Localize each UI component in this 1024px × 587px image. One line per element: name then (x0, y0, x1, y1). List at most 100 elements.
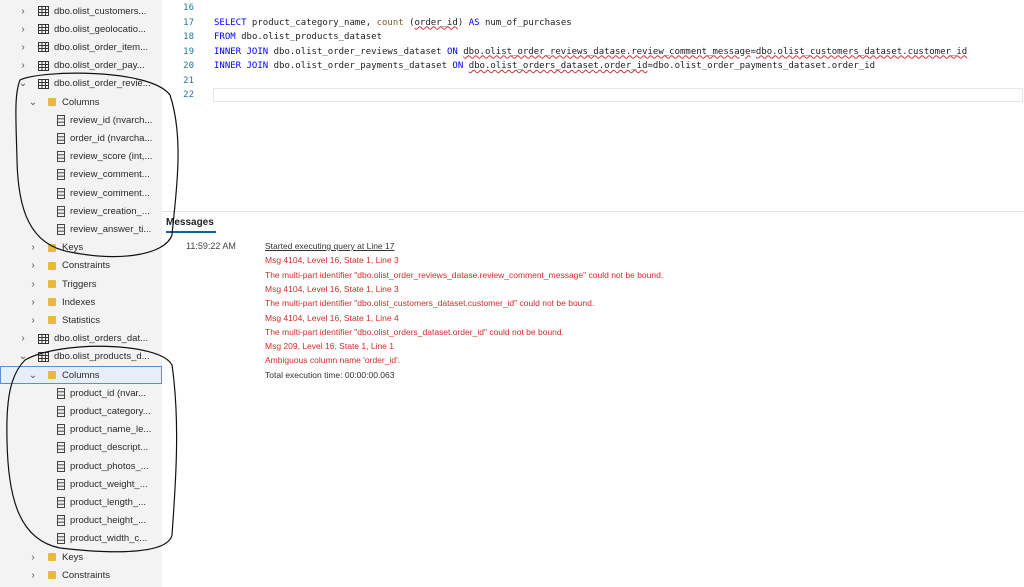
sidebar-item-column[interactable]: product_photos_... (0, 457, 162, 475)
table-icon (38, 42, 49, 53)
sidebar-item-label: review_creation_... (70, 205, 150, 217)
sidebar-item-column[interactable]: product_height_... (0, 512, 162, 530)
sidebar-item-column[interactable]: product_descript... (0, 439, 162, 457)
error-message: The multi-part identifier "dbo.olist_ord… (265, 326, 564, 337)
error-message: Msg 4104, Level 16, State 1, Line 3 (265, 255, 399, 266)
column-icon (55, 114, 66, 126)
tab-messages-underline (166, 231, 216, 233)
column-icon (55, 405, 66, 417)
sidebar-item-label: product_height_... (70, 515, 147, 527)
chevron-right-icon[interactable]: › (28, 242, 38, 253)
code-text[interactable]: INNER JOIN dbo.olist_order_reviews_datas… (214, 47, 967, 57)
sidebar-item-column[interactable]: product_width_c... (0, 530, 162, 548)
column-icon (55, 223, 66, 235)
folder-icon (46, 570, 57, 581)
error-message: Msg 209, Level 16, State 1, Line 1 (265, 341, 395, 352)
code-line[interactable]: 20 INNER JOIN dbo.olist_order_payments_da… (162, 61, 1024, 75)
sidebar-item-table[interactable]: ⌄ dbo.olist_order_revie... (0, 75, 162, 93)
code-text[interactable]: SELECT product_category_name, count (ord… (214, 18, 572, 28)
code-line[interactable]: 18 FROM dbo.olist_products_dataset (162, 32, 1024, 46)
chevron-down-icon[interactable]: ⌄ (18, 351, 28, 362)
sidebar-item-label: product_category... (70, 405, 151, 417)
line-number: 20 (183, 61, 194, 71)
sidebar-item-folder[interactable]: ⌄ Columns (0, 366, 162, 384)
sidebar-item-column[interactable]: order_id (nvarcha... (0, 129, 162, 147)
sidebar-item-table[interactable]: › dbo.olist_order_pay... (0, 57, 162, 75)
sidebar-item-label: dbo.olist_orders_dat... (54, 333, 149, 345)
chevron-right-icon[interactable]: › (28, 570, 38, 581)
table-icon (38, 24, 49, 35)
code-text[interactable]: FROM dbo.olist_products_dataset (214, 32, 382, 42)
chevron-right-icon[interactable]: › (28, 315, 38, 326)
line-number: 19 (183, 46, 194, 57)
sidebar-item-column[interactable]: product_weight_... (0, 475, 162, 493)
code-line[interactable]: 16 (162, 3, 1024, 17)
code-line[interactable]: 22 (162, 90, 1024, 104)
error-message: Msg 4104, Level 16, State 1, Line 3 (265, 283, 399, 294)
sidebar-item-folder[interactable]: › Constraints (0, 257, 162, 275)
column-icon (55, 442, 66, 454)
sidebar-item-label: review_answer_ti... (70, 223, 152, 235)
code-text[interactable]: INNER JOIN dbo.olist_order_payments_data… (214, 61, 875, 71)
sidebar-item-label: Columns (62, 369, 100, 381)
error-message: Ambiguous column name 'order_id'. (265, 355, 401, 366)
sidebar-item-folder[interactable]: › Keys (0, 548, 162, 566)
sidebar-item-folder[interactable]: › Statistics (0, 311, 162, 329)
sidebar-item-label: product_length_... (70, 496, 147, 508)
column-icon (55, 132, 66, 144)
tab-messages[interactable]: Messages (166, 217, 214, 228)
sidebar-item-column[interactable]: review_comment... (0, 166, 162, 184)
sidebar-item-column[interactable]: product_id (nvar... (0, 384, 162, 402)
sidebar-item-table[interactable]: › dbo.olist_geolocatio... (0, 20, 162, 38)
column-icon (55, 460, 66, 472)
folder-icon (46, 370, 57, 381)
chevron-right-icon[interactable]: › (28, 279, 38, 290)
query-start-link[interactable]: Started executing query at Line 17 (265, 241, 394, 251)
sidebar-item-column[interactable]: product_length_... (0, 493, 162, 511)
code-line[interactable]: 17 SELECT product_category_name, count (o… (162, 18, 1024, 32)
sidebar-item-table[interactable]: ⌄ dbo.olist_products_d... (0, 348, 162, 366)
chevron-right-icon[interactable]: › (18, 60, 28, 71)
chevron-right-icon[interactable]: › (28, 552, 38, 563)
sidebar-item-label: order_id (nvarcha... (70, 132, 153, 144)
chevron-right-icon[interactable]: › (28, 297, 38, 308)
sidebar-item-column[interactable]: review_id (nvarch... (0, 111, 162, 129)
sidebar-item-column[interactable]: review_answer_ti... (0, 220, 162, 238)
folder-icon (46, 97, 57, 108)
chevron-down-icon[interactable]: ⌄ (18, 78, 28, 89)
sidebar-item-folder[interactable]: › Indexes (0, 293, 162, 311)
chevron-right-icon[interactable]: › (18, 42, 28, 53)
sidebar-item-label: Columns (62, 96, 100, 108)
sidebar-item-column[interactable]: review_creation_... (0, 202, 162, 220)
chevron-right-icon[interactable]: › (18, 333, 28, 344)
chevron-right-icon[interactable]: › (18, 6, 28, 17)
editor-results-divider[interactable] (162, 211, 1024, 212)
column-icon (55, 151, 66, 163)
object-explorer-sidebar: › dbo.olist_customers... › dbo.olist_geoloc… (0, 0, 162, 587)
sidebar-item-label: product_id (nvar... (70, 387, 147, 399)
chevron-down-icon[interactable]: ⌄ (28, 97, 38, 108)
chevron-down-icon[interactable]: ⌄ (28, 370, 38, 381)
sidebar-item-label: dbo.olist_order_revie... (54, 78, 151, 90)
sidebar-item-folder[interactable]: › Constraints (0, 566, 162, 584)
sidebar-item-label: dbo.olist_customers... (54, 5, 147, 17)
sidebar-item-column[interactable]: review_score (int,... (0, 148, 162, 166)
sidebar-item-table[interactable]: › dbo.olist_orders_dat... (0, 330, 162, 348)
sidebar-item-column[interactable]: review_comment... (0, 184, 162, 202)
sidebar-item-folder[interactable]: › Keys (0, 239, 162, 257)
sidebar-item-column[interactable]: product_name_le... (0, 421, 162, 439)
sidebar-item-folder[interactable]: ⌄ Columns (0, 93, 162, 111)
chevron-right-icon[interactable]: › (18, 24, 28, 35)
sidebar-item-table[interactable]: › dbo.olist_customers... (0, 2, 162, 20)
query-editor[interactable]: 16 17 SELECT product_category_name, count … (162, 0, 1024, 210)
code-line[interactable]: 21 (162, 76, 1024, 90)
sidebar-item-folder[interactable]: › Triggers (0, 275, 162, 293)
sidebar-item-label: dbo.olist_order_item... (54, 41, 148, 53)
error-message: The multi-part identifier "dbo.olist_cus… (265, 298, 595, 309)
chevron-right-icon[interactable]: › (28, 260, 38, 271)
sidebar-item-label: review_comment... (70, 187, 150, 199)
code-line[interactable]: 19 INNER JOIN dbo.olist_order_reviews_dat… (162, 47, 1024, 61)
sidebar-item-label: Keys (62, 551, 84, 563)
sidebar-item-column[interactable]: product_category... (0, 402, 162, 420)
sidebar-item-table[interactable]: › dbo.olist_order_item... (0, 38, 162, 56)
